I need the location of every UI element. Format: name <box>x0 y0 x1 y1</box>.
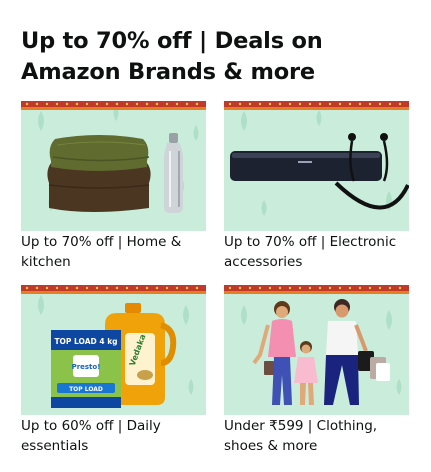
tile-electronic-accessories[interactable]: Up to 70% off | Electronic accessories <box>224 101 409 272</box>
tile-clothing-shoes-label[interactable]: Under ₹599 | Clothing, shoes & more <box>224 416 409 456</box>
detergent-top-text: TOP LOAD 4 kg <box>54 337 117 346</box>
card-title: Up to 70% off | Deals on Amazon Brands &… <box>21 28 323 85</box>
tile-clothing-shoes-image[interactable] <box>224 285 409 415</box>
tile-home-kitchen-label[interactable]: Up to 70% off | Home & kitchen <box>21 232 206 272</box>
deals-card: Up to 70% off | Deals on Amazon Brands &… <box>0 0 431 472</box>
tile-daily-essentials-label[interactable]: Up to 60% off | Daily essentials <box>21 416 206 456</box>
tile-electronic-accessories-label[interactable]: Up to 70% off | Electronic accessories <box>224 232 409 272</box>
tile-daily-essentials-image[interactable]: Vedaka TOP LOAD 4 kg Presto! TOP LOAD <box>21 285 206 415</box>
detergent-pack-icon: TOP LOAD 4 kg Presto! TOP LOAD <box>51 330 121 408</box>
detergent-sub-text: TOP LOAD <box>69 386 103 393</box>
tile-daily-essentials[interactable]: Vedaka TOP LOAD 4 kg Presto! TOP LOAD Up… <box>21 285 206 456</box>
tile-electronic-accessories-image[interactable] <box>224 101 409 231</box>
towel-icon <box>47 135 151 212</box>
detergent-brand-text: Presto! <box>72 363 101 371</box>
soundbar-icon <box>230 151 382 181</box>
tile-home-kitchen-image[interactable] <box>21 101 206 231</box>
tile-home-kitchen[interactable]: Up to 70% off | Home & kitchen <box>21 101 206 272</box>
tile-clothing-shoes[interactable]: Under ₹599 | Clothing, shoes & more <box>224 285 409 456</box>
steel-bottle-icon <box>164 133 183 213</box>
